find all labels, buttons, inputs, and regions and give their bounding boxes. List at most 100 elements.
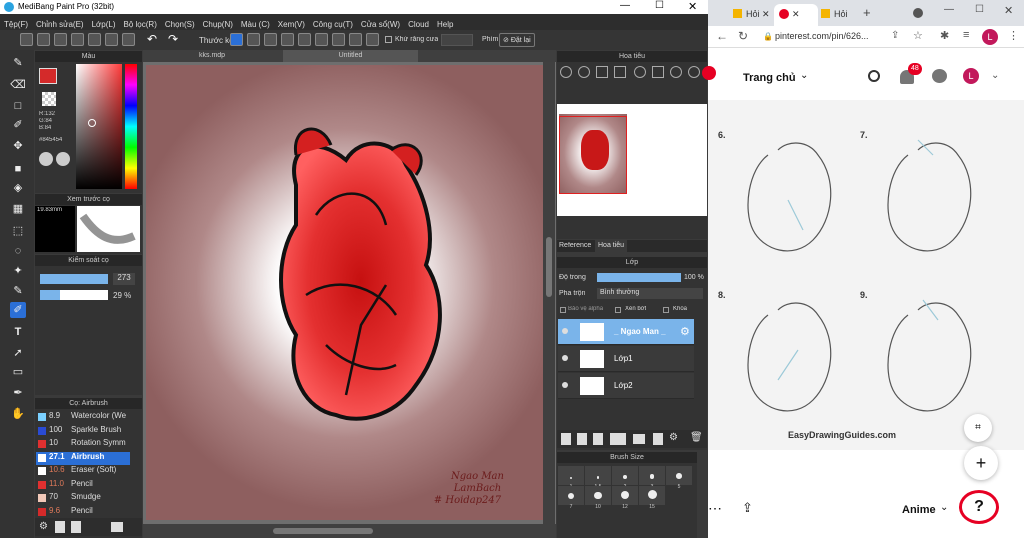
reset-view-icon[interactable] [688,66,700,78]
brush-tool-icon[interactable]: ✎ [10,55,26,71]
hand-tool-icon[interactable]: ✋ [10,406,26,422]
ruler-icon[interactable] [315,33,328,46]
board-select[interactable]: Anime [902,504,936,516]
brush-list-item[interactable]: 70 Smudge [36,492,130,505]
redo-icon[interactable]: ↷ [168,32,186,47]
delete-layer-icon[interactable]: 🗑 [690,432,703,443]
canvas-scrollbar-h[interactable] [143,524,556,538]
extensions-icon[interactable]: ✱ [940,29,949,42]
zoom-in-icon[interactable] [560,66,572,78]
brush-settings-icon[interactable]: ⚙ [39,521,48,532]
brush-copy-icon[interactable] [71,521,81,533]
home-nav[interactable]: Trang chủ [743,72,796,84]
operation-tool-icon[interactable]: ➚ [10,345,26,361]
browser-tab[interactable]: Hỏi ✕ [728,4,778,26]
profile-avatar[interactable]: L [982,29,998,45]
brush-list-item[interactable]: 8.9 Watercolor (We [36,411,130,424]
eyedropper-icon[interactable]: ✒ [10,385,26,401]
more-options-icon[interactable]: ⋯ [708,500,722,517]
brush-size-value[interactable]: 273 [113,273,135,285]
alpha-protect-checkbox[interactable] [560,307,566,313]
layer-opacity-slider[interactable] [597,273,681,282]
flip-icon[interactable] [652,66,664,78]
menu-item[interactable]: Bộ lọc(R) [120,18,161,29]
doc-tab-active[interactable]: Untitled [283,50,418,62]
pen-tool-icon[interactable]: ✐ [10,117,26,133]
brush-list-item[interactable]: 11.0 Pencil [36,479,130,492]
chevron-down-icon[interactable]: ⌄ [991,70,999,81]
brush-list-item[interactable]: 10.6 Eraser (Soft) [36,465,130,478]
grid-icon[interactable] [264,33,277,46]
reading-list-icon[interactable]: ≡ [963,29,969,41]
brush-size-cell[interactable]: 5 [666,466,692,490]
brush-list-item[interactable]: 100 Sparkle Brush [36,425,130,438]
blend-select[interactable]: Bình thường [597,288,703,299]
menu-item[interactable]: Công cụ(T) [309,18,357,29]
menu-item[interactable]: Màu (C) [237,18,274,29]
menu-item[interactable]: Cửa sổ(W) [357,18,404,29]
menu-item[interactable]: Tệp(F) [0,18,32,29]
maximize-button[interactable]: ☐ [655,0,664,11]
palette-icon[interactable] [39,152,53,166]
move-tool-icon[interactable]: ✥ [10,138,26,154]
menu-item[interactable]: Chọn(S) [161,18,199,29]
drawing-canvas[interactable]: Ngao Man LamBach # Hoidap247 [146,65,544,520]
toolbar-icon[interactable] [105,33,118,46]
new-layer-icon[interactable] [577,433,587,445]
toolbar-icon[interactable] [88,33,101,46]
hue-slider[interactable] [125,64,137,189]
close-button[interactable]: ✕ [1004,4,1013,17]
settings-icon[interactable] [366,33,379,46]
layer-row[interactable]: _ Ngao Man _ ⚙ [558,319,694,345]
tab-search-icon[interactable] [913,8,923,18]
merge-icon[interactable] [653,433,663,445]
ruler-icon[interactable] [349,33,362,46]
close-tab-icon[interactable]: ✕ [792,9,800,19]
viewport-rect[interactable] [559,116,627,194]
opacity-slider[interactable] [40,290,108,300]
share-icon[interactable]: ⇪ [742,500,753,516]
add-layer-menu-icon[interactable] [610,433,626,445]
layer-row[interactable]: Lớp1 [558,346,694,372]
ruler-icon[interactable] [332,33,345,46]
brush-folder-icon[interactable] [111,522,123,532]
reset-button[interactable]: ⊘ Đặt lại [499,33,535,47]
pin-image[interactable]: 6. 7. 8. 9. EasyDrawingGuides.com [708,100,1024,450]
primary-color-swatch[interactable] [39,68,57,84]
ruler-icon[interactable] [298,33,311,46]
lock-checkbox[interactable] [663,307,669,313]
menu-item[interactable]: Chụp(N) [199,18,237,29]
lasso-tool-icon[interactable]: ◌ [10,243,26,259]
canvas-scrollbar-v[interactable] [543,62,555,524]
brush-size-cell[interactable]: 15 [639,486,665,510]
search-icon[interactable] [868,70,880,82]
copy-layer-icon[interactable] [593,433,603,445]
chevron-down-icon[interactable]: ⌄ [800,70,808,81]
new-layer-icon[interactable] [561,433,571,445]
canvas-area[interactable]: Ngao Man LamBach # Hoidap247 [143,62,556,524]
palette-edit-icon[interactable] [56,152,70,166]
toolbar-icon[interactable] [54,33,67,46]
reload-icon[interactable]: ↻ [738,29,748,43]
help-button[interactable]: ? [959,490,999,524]
secondary-color-swatch[interactable] [42,92,56,106]
brush-size-slider[interactable] [40,274,108,284]
brush-size-cell[interactable]: 1 [558,466,584,490]
fill-rect-tool-icon[interactable]: ■ [10,161,26,177]
divide-tool-icon[interactable]: ▭ [10,364,26,380]
navigator-preview[interactable] [557,104,707,216]
toolbar-icon[interactable] [122,33,135,46]
layer-row[interactable]: Lớp2 [558,373,694,399]
select-pen-icon[interactable]: ✎ [10,283,26,299]
minimize-button[interactable]: — [620,0,630,11]
messages-icon[interactable] [932,69,947,83]
brush-size-cell[interactable]: 7 [558,486,584,510]
share-icon[interactable]: ⇪ [891,30,899,41]
magic-wand-icon[interactable]: ✦ [10,263,26,279]
visibility-eye-icon[interactable] [562,328,568,334]
toolbar-icon[interactable] [71,33,84,46]
brush-size-cell[interactable]: 3 [639,466,665,490]
visual-search-icon[interactable]: ⌗ [964,414,992,442]
dot-tool-icon[interactable]: □ [10,98,26,114]
rotate-left-icon[interactable] [634,66,646,78]
